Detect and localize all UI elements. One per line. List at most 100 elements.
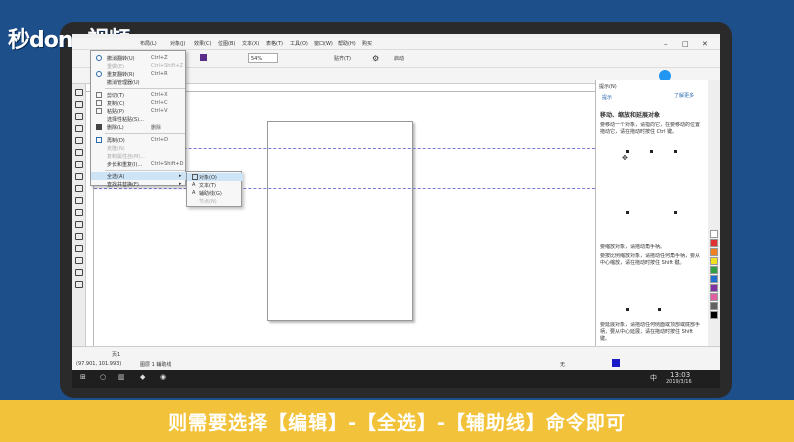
connector-tool-icon[interactable]	[74, 221, 83, 228]
undo-icon	[96, 55, 102, 61]
swatch[interactable]	[710, 230, 718, 238]
transparency-icon[interactable]	[74, 245, 83, 252]
menu-item-find-replace[interactable]: 查找并替换(F) ▸	[91, 180, 187, 188]
menu-item-delete[interactable]: 删除(L) 删除	[91, 123, 187, 131]
outline-color-swatch[interactable]	[612, 359, 620, 367]
ellipse-tool-icon[interactable]	[74, 173, 83, 180]
objects-icon	[192, 174, 198, 180]
menu-item-copy[interactable]: 复制(C) Ctrl+C	[91, 99, 187, 107]
rectangle-tool-icon[interactable]	[74, 161, 83, 168]
menu-help[interactable]: 帮助(H)	[338, 40, 356, 47]
menu-text[interactable]: 文本(X)	[242, 40, 259, 47]
menu-item-undo[interactable]: 撤消翻转(U) Ctrl+Z	[91, 54, 187, 62]
swatch[interactable]	[710, 248, 718, 256]
hints-docker: 提示(N) 提示 了解更多 移动、缩放和延展对象 要移动一个对象，请指向它，在要…	[595, 80, 708, 346]
task-view-icon[interactable]: ▥	[118, 373, 125, 381]
move-cursor-icon: ✥	[622, 154, 628, 162]
menu-tools[interactable]: 工具(O)	[290, 40, 308, 47]
duplicate-icon	[96, 137, 102, 143]
menu-separator	[105, 170, 185, 171]
toolbox	[72, 84, 86, 346]
text-tool-icon[interactable]	[74, 197, 83, 204]
handle-dot	[626, 150, 629, 153]
polygon-tool-icon[interactable]	[74, 185, 83, 192]
swatch[interactable]	[710, 275, 718, 283]
text-a-icon: A	[192, 182, 196, 188]
submenu-item-nodes[interactable]: 节点(N)	[187, 197, 243, 205]
repeat-icon	[96, 71, 102, 77]
freehand-tool-icon[interactable]	[74, 137, 83, 144]
artistic-media-icon[interactable]	[74, 149, 83, 156]
windows-start-icon[interactable]: ⊞	[80, 373, 86, 381]
coreldraw-app-icon[interactable]: ◉	[160, 373, 166, 381]
copy-icon	[96, 100, 102, 106]
swatch[interactable]	[710, 239, 718, 247]
eyedropper-icon[interactable]	[74, 257, 83, 264]
zoom-select[interactable]: 54%	[248, 53, 278, 63]
menu-item-duplicate[interactable]: 再制(D) Ctrl+D	[91, 136, 187, 144]
crop-tool-icon[interactable]	[74, 113, 83, 120]
handle-dot	[650, 150, 653, 153]
pick-tool-icon[interactable]	[74, 89, 83, 96]
maximize-icon[interactable]: □	[682, 40, 689, 48]
menu-item-select-all[interactable]: 全选(A) ▸	[91, 172, 187, 180]
menu-item-paste-special[interactable]: 选择性粘贴(S)...	[91, 115, 187, 123]
clock-time[interactable]: 13:03	[670, 371, 690, 379]
menu-item-undo-manager[interactable]: 撤消管理器(U)	[91, 78, 187, 86]
subtitle-bar: 则需要选择【编辑】-【全选】-【辅助线】命令即可	[0, 400, 794, 442]
menubar: 布局(L) 对象(J) 效果(C) 位图(B) 文本(X) 表格(T) 工具(O…	[72, 38, 720, 50]
smart-fill-icon[interactable]	[74, 281, 83, 288]
swatch[interactable]	[710, 302, 718, 310]
submenu-item-text[interactable]: A 文本(T)	[187, 181, 243, 189]
submenu-item-guidelines[interactable]: A 辅助线(G)	[187, 189, 243, 197]
app-screen: 布局(L) 对象(J) 效果(C) 位图(B) 文本(X) 表格(T) 工具(O…	[72, 34, 720, 388]
menu-buy[interactable]: 购买	[362, 40, 372, 47]
windows-taskbar: ⊞ ○ ▥ ◆ ◉ 中 13:03 2019/3/16	[72, 370, 720, 388]
menu-window[interactable]: 窗口(W)	[314, 40, 333, 47]
menu-item-clone[interactable]: 克隆(N)	[91, 144, 187, 152]
swatch[interactable]	[710, 284, 718, 292]
snap-button[interactable]: 贴齐(T)	[334, 55, 351, 62]
menu-item-copy-properties[interactable]: 复制属性自(M)...	[91, 152, 187, 160]
cursor-coords: (97.901, 101.993)	[76, 361, 122, 367]
parallel-dimension-icon[interactable]	[74, 209, 83, 216]
menu-item-step-repeat[interactable]: 步长和重复(I)... Ctrl+Shift+D	[91, 160, 187, 168]
menu-item-repeat[interactable]: 重复翻转(R) Ctrl+R	[91, 70, 187, 78]
ime-indicator[interactable]: 中	[650, 373, 657, 383]
menu-item-cut[interactable]: 剪切(T) Ctrl+X	[91, 91, 187, 99]
menu-effects[interactable]: 效果(C)	[194, 40, 211, 47]
menu-item-paste[interactable]: 粘贴(P) Ctrl+V	[91, 107, 187, 115]
document-page[interactable]	[267, 121, 413, 321]
page-tab[interactable]: 页1	[112, 351, 120, 358]
close-icon[interactable]: ✕	[702, 40, 708, 48]
drop-shadow-icon[interactable]	[74, 233, 83, 240]
shape-tool-icon[interactable]	[74, 101, 83, 108]
guideline-2[interactable]	[94, 188, 595, 189]
menu-bitmap[interactable]: 位图(B)	[218, 40, 235, 47]
settings-gear-icon[interactable]: ⚙	[372, 54, 379, 63]
trash-icon	[96, 124, 102, 130]
minimize-icon[interactable]: –	[664, 40, 668, 48]
launch-button[interactable]: 启动	[394, 55, 404, 62]
interactive-fill-icon[interactable]	[74, 269, 83, 276]
cortana-icon[interactable]: ○	[100, 373, 106, 381]
import-icon[interactable]	[200, 54, 207, 61]
swatch[interactable]	[710, 311, 718, 319]
swatch[interactable]	[710, 266, 718, 274]
menu-layout[interactable]: 布局(L)	[140, 40, 157, 47]
submenu-item-objects[interactable]: 对象(O)	[187, 173, 243, 181]
layer-info: 图层 1 辅助线	[140, 362, 172, 368]
edit-menu: 撤消翻转(U) Ctrl+Z 重做(E) Ctrl+Shift+Z 重复翻转(R) C…	[90, 50, 187, 188]
handle-dot	[674, 211, 677, 214]
docker-tab-hints[interactable]: 提示	[602, 94, 612, 101]
menu-item-redo[interactable]: 重做(E) Ctrl+Shift+Z	[91, 62, 187, 70]
menu-object[interactable]: 对象(J)	[170, 40, 185, 47]
taskbar-app-icon[interactable]: ◆	[140, 373, 145, 381]
learn-more-link[interactable]: 了解更多	[674, 92, 694, 99]
clock-date[interactable]: 2019/3/16	[666, 379, 692, 385]
fill-label: 无	[560, 362, 566, 368]
menu-table[interactable]: 表格(T)	[266, 40, 283, 47]
swatch[interactable]	[710, 257, 718, 265]
zoom-tool-icon[interactable]	[74, 125, 83, 132]
swatch[interactable]	[710, 293, 718, 301]
